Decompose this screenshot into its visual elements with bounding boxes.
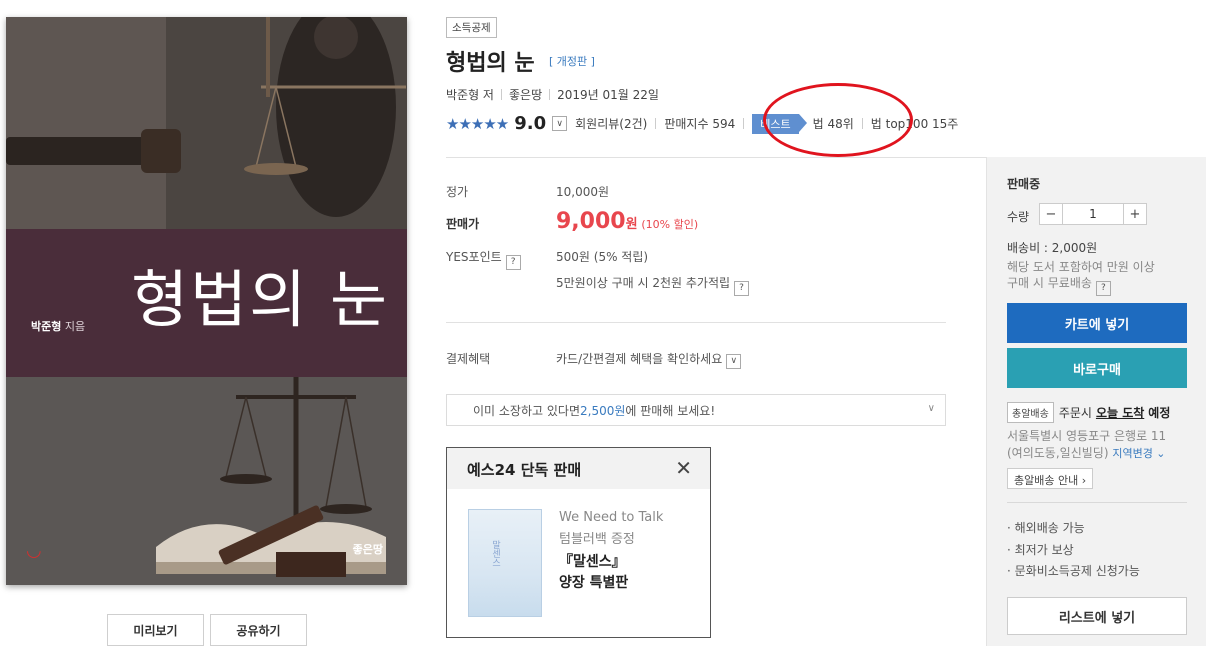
shipping-note: 해당 도서 포함하여 만원 이상 <box>1007 260 1155 274</box>
book-cover[interactable]: 형법의 눈 박준형 지음 좋은땅 <box>6 17 407 585</box>
chevron-right-icon: › <box>1081 474 1087 487</box>
highlight-circle <box>763 83 913 157</box>
sale-price-label: 판매가 <box>446 217 480 231</box>
divider <box>446 157 986 158</box>
promo-thumbnail-text: 말센스 <box>490 540 500 567</box>
resell-box[interactable]: 이미 소장하고 있다면 2,500원 에 판매해 보세요! ∨ <box>446 394 946 426</box>
share-button[interactable]: 공유하기 <box>210 614 307 646</box>
express-guide-button[interactable]: 총알배송 안내 › <box>1007 468 1094 489</box>
sales-index: 판매지수 594 <box>664 117 736 131</box>
divider <box>446 322 946 323</box>
shipping-note: 구매 시 무료배송? <box>1007 274 1111 296</box>
express-delivery-tag: 총알배송 <box>1007 402 1054 423</box>
divider <box>655 118 657 129</box>
list-price-value: 10,000원 <box>556 185 610 199</box>
cover-top-art <box>6 17 407 229</box>
sale-status: 판매중 <box>1007 177 1041 191</box>
divider <box>500 89 502 100</box>
smile-icon: ◡ <box>26 540 42 561</box>
income-deduction-tag: 소득공제 <box>446 17 497 38</box>
divider <box>549 89 551 100</box>
payment-label: 결제혜택 <box>446 352 491 366</box>
cover-title-band: 형법의 눈 박준형 지음 <box>6 229 407 377</box>
buy-now-button[interactable]: 바로구매 <box>1007 348 1187 388</box>
cover-buttons: 미리보기 공유하기 <box>107 614 307 646</box>
quantity-label: 수량 <box>1007 210 1030 224</box>
publisher-link[interactable]: 좋은땅 <box>509 88 542 102</box>
exclusive-header: 예스24 단독 판매 ✕ <box>447 448 710 489</box>
book-meta: 박준형 저 좋은땅 2019년 01월 22일 <box>446 86 659 103</box>
help-icon[interactable]: ? <box>1095 280 1111 296</box>
resell-prefix: 이미 소장하고 있다면 <box>473 403 580 418</box>
exclusive-promo-panel: 예스24 단독 판매 ✕ 말센스 We Need to Talk 텀블러백 증정… <box>446 447 711 638</box>
cover-title: 형법의 눈 <box>131 263 389 336</box>
preview-button[interactable]: 미리보기 <box>107 614 204 646</box>
page-title: 형법의 눈 <box>446 51 535 76</box>
promo-line: We Need to Talk <box>559 510 664 525</box>
edition-label: [ 개정판 ] <box>549 55 595 68</box>
promo-title[interactable]: 『말센스』 <box>559 551 626 571</box>
promo-thumbnail[interactable]: 말센스 <box>468 509 542 617</box>
delivery-today: 오늘 도착 <box>1095 406 1145 420</box>
help-icon[interactable]: ? <box>734 280 750 296</box>
chevron-down-icon[interactable]: ∨ <box>928 403 935 414</box>
delivery-expect: 예정 <box>1148 406 1171 420</box>
points-value: 500원 (5% 적립) <box>556 250 649 264</box>
payment-value[interactable]: 카드/간편결제 혜택을 확인하세요 ∨ <box>556 350 749 369</box>
purchase-sidebar: 판매중 수량 − 1 + 배송비 : 2,000원 해당 도서 포함하여 만원 … <box>986 157 1206 646</box>
divider <box>743 118 745 129</box>
delivery-prefix: 주문시 <box>1058 406 1092 420</box>
rating-score: 9.0 <box>514 113 547 134</box>
resell-suffix: 에 판매해 보세요! <box>625 403 716 418</box>
increase-button[interactable]: + <box>1123 203 1147 225</box>
quantity-stepper: − 1 + <box>1039 203 1147 225</box>
publish-date: 2019년 01월 22일 <box>557 88 659 102</box>
delivery-address-detail: (여의도동,일신빌딩) 지역변경 ⌄ <box>1007 446 1166 460</box>
add-to-cart-button[interactable]: 카트에 넣기 <box>1007 303 1187 343</box>
exclusive-title: 예스24 단독 판매 <box>467 461 582 479</box>
benefit-item: · 최저가 보상 <box>1007 543 1074 557</box>
shipping-fee: 배송비 : 2,000원 <box>1007 241 1098 255</box>
benefit-item: · 해외배송 가능 <box>1007 521 1085 535</box>
chevron-down-icon[interactable]: ∨ <box>726 353 742 369</box>
delivery-info: 총알배송 주문시 오늘 도착 예정 <box>1007 402 1170 423</box>
benefit-item: · 문화비소득공제 신청가능 <box>1007 564 1140 578</box>
author-link[interactable]: 박준형 저 <box>446 88 494 102</box>
delivery-address: 서울특별시 영등포구 은행로 11 <box>1007 429 1167 443</box>
sale-price-value: 9,000원 (10% 할인) <box>556 209 699 234</box>
points-label: YES포인트? <box>446 248 521 270</box>
list-price-label: 정가 <box>446 185 469 199</box>
resell-amount: 2,500원 <box>580 403 626 418</box>
cover-author: 박준형 지음 <box>31 320 86 333</box>
add-to-list-button[interactable]: 리스트에 넣기 <box>1007 597 1187 635</box>
cover-publisher: 좋은땅 <box>352 543 383 556</box>
quantity-input[interactable]: 1 <box>1063 203 1123 225</box>
divider <box>1007 502 1187 503</box>
decrease-button[interactable]: − <box>1039 203 1063 225</box>
points-extra: 5만원이상 구매 시 2천원 추가적립? <box>556 274 750 296</box>
review-link[interactable]: 회원리뷰(2건) <box>575 115 647 132</box>
promo-line: 텀블러백 증정 <box>559 532 635 547</box>
promo-subtitle[interactable]: 양장 특별판 <box>559 572 628 592</box>
help-icon[interactable]: ? <box>505 254 521 270</box>
close-icon[interactable]: ✕ <box>675 456 692 480</box>
change-region-link[interactable]: 지역변경 ⌄ <box>1112 447 1165 460</box>
rating-stars-icon: ★★★★★ <box>446 114 509 133</box>
cover-bottom-art <box>6 377 407 585</box>
chevron-down-icon[interactable]: ∨ <box>552 116 568 131</box>
